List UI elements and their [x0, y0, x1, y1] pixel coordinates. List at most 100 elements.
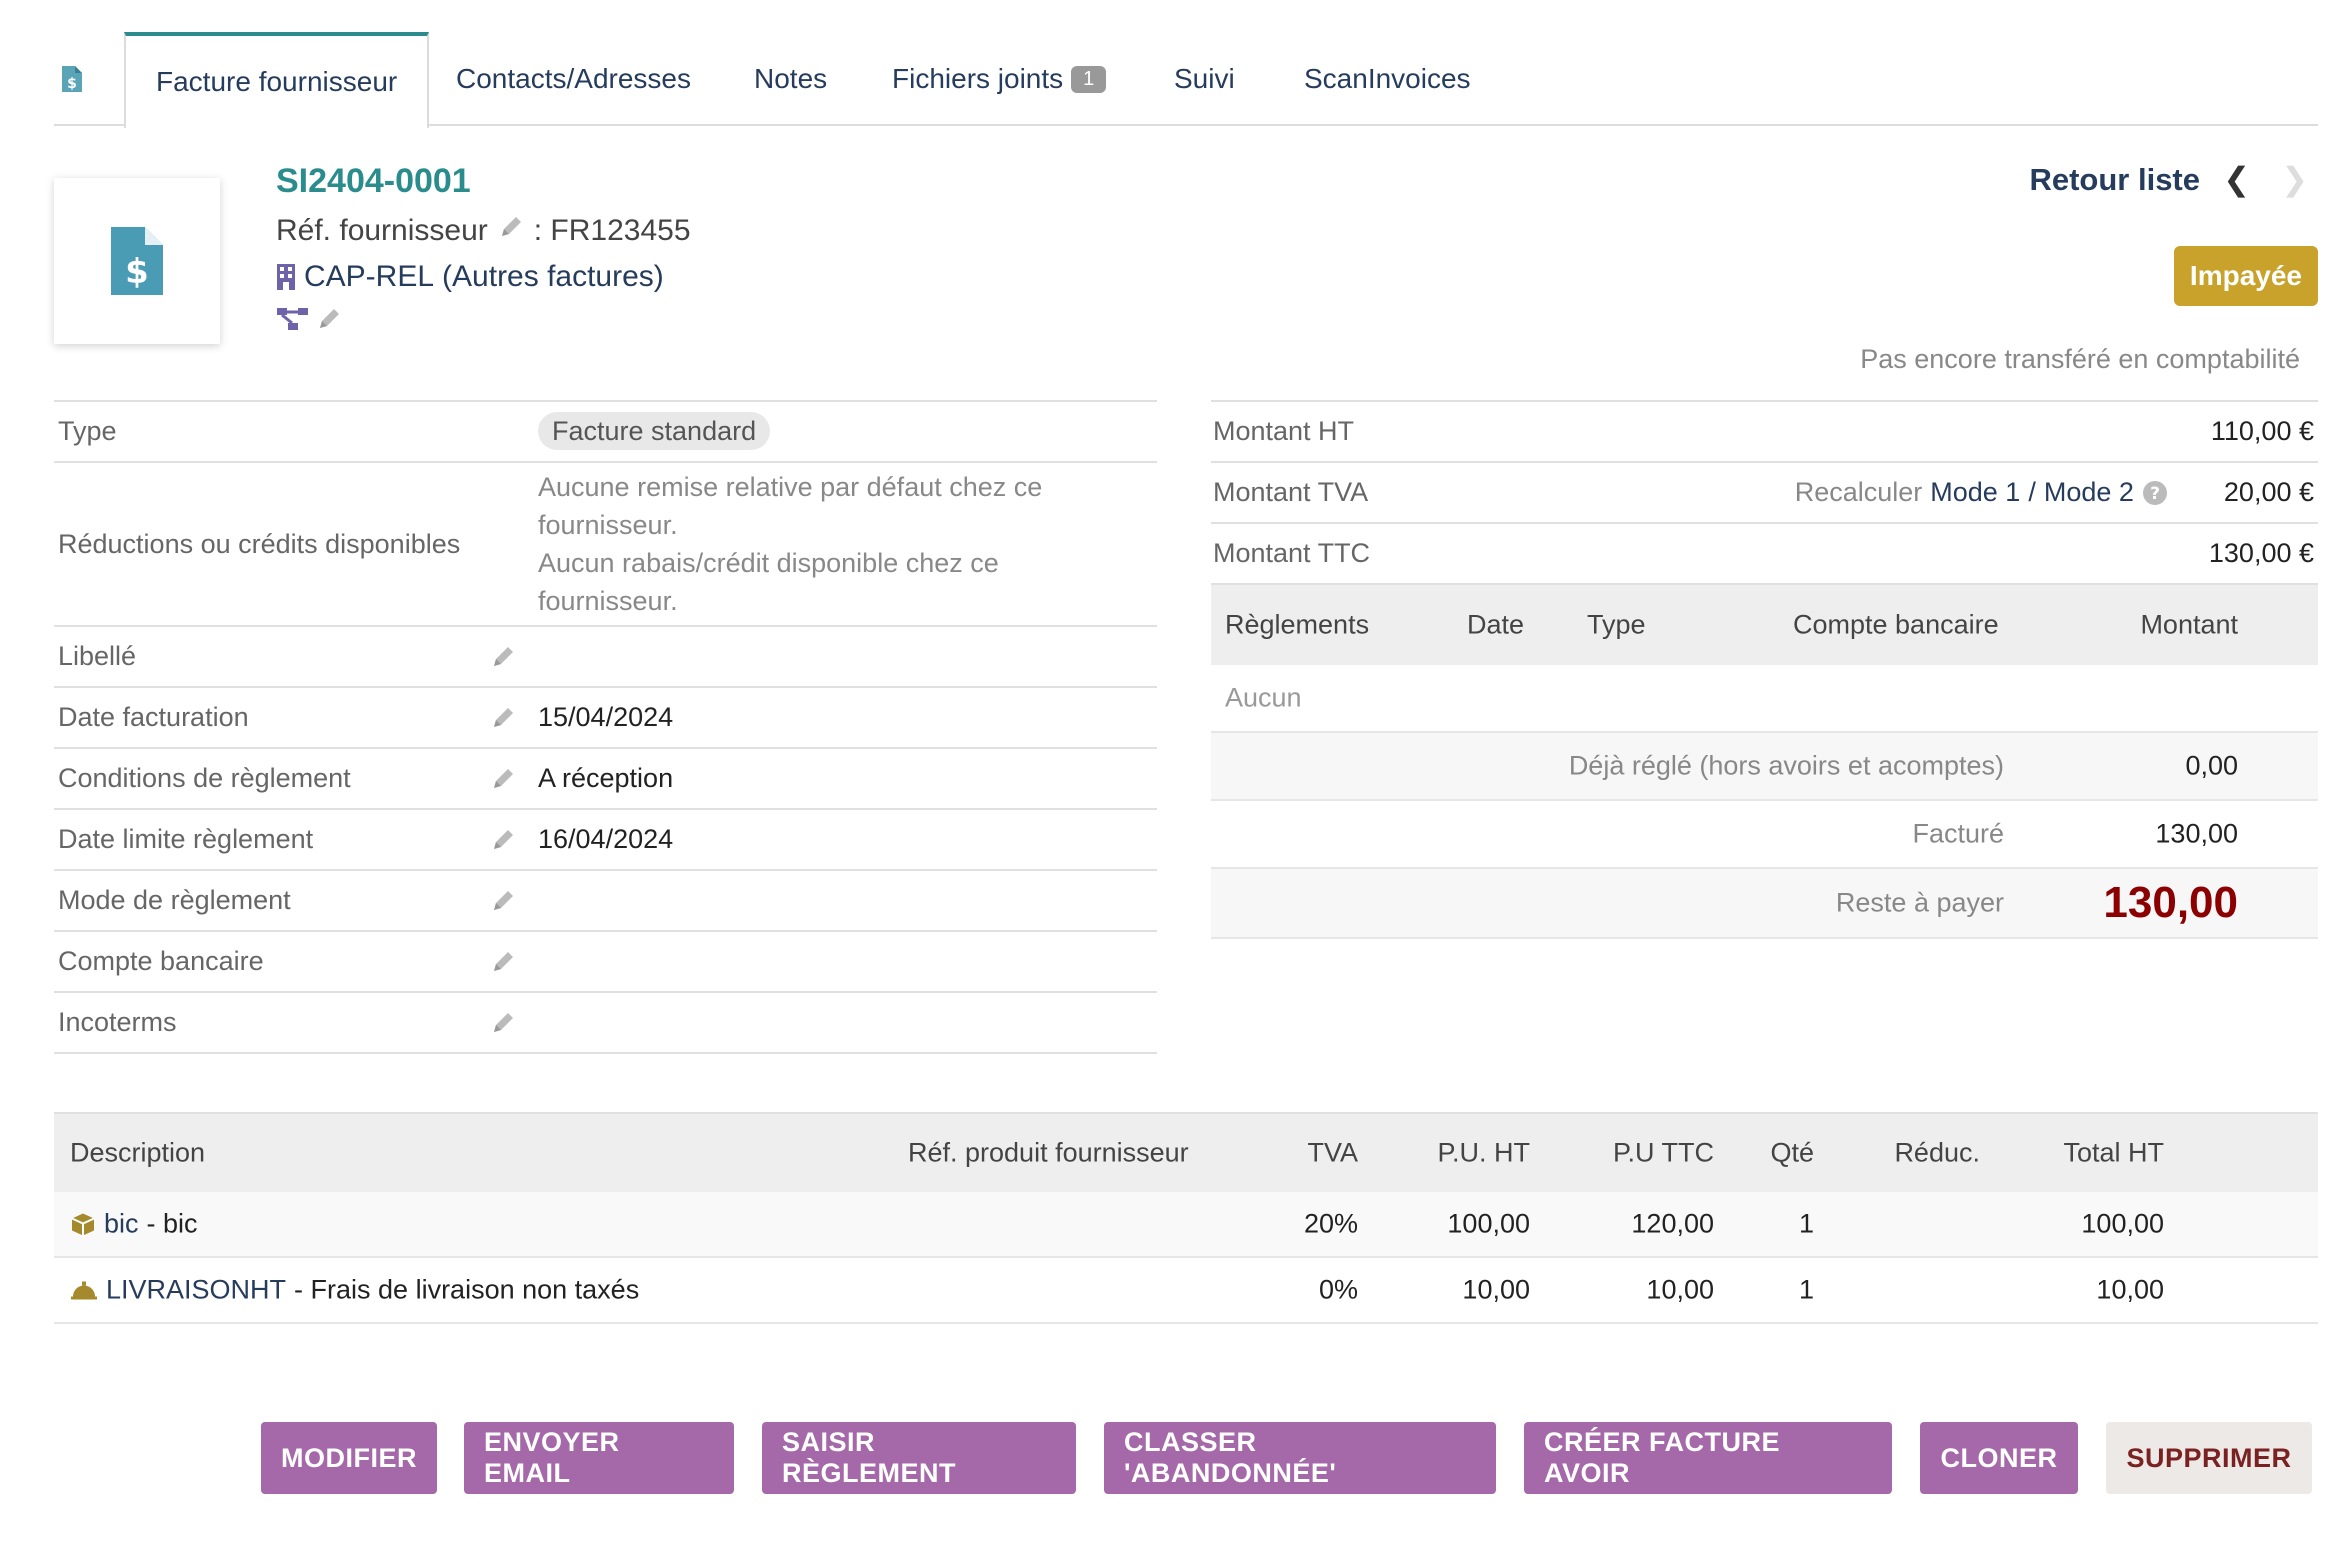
invoice-logo: $: [54, 178, 220, 344]
svg-text:?: ?: [2150, 484, 2160, 504]
tab-label: ScanInvoices: [1304, 63, 1471, 94]
attachment-count-badge: 1: [1071, 65, 1107, 93]
field-label: Date limite règlement: [58, 824, 314, 854]
amount-ttc-value: 130,00 €: [2208, 538, 2314, 568]
col-pu-ttc: P.U TTC: [1612, 1137, 1714, 1168]
amount-label: Montant TTC: [1213, 538, 1371, 568]
edit-pencil-icon[interactable]: [490, 705, 538, 731]
col-tva: TVA: [1307, 1137, 1358, 1168]
product-label: - bic: [146, 1208, 198, 1239]
amount-tva-value: 20,00 €: [2223, 477, 2314, 507]
remaining-value: 130,00: [2103, 878, 2238, 927]
field-label: Incoterms: [58, 1007, 177, 1037]
col-payments: Règlements: [1225, 609, 1370, 640]
product-link[interactable]: LIVRAISONHT: [106, 1275, 286, 1306]
line-total: 10,00: [2096, 1274, 2164, 1305]
delete-button[interactable]: SUPPRIMER: [2106, 1422, 2312, 1494]
invoice-type-badge: Facture standard: [538, 412, 771, 450]
field-row-bank: Compte bancaire: [54, 932, 1157, 993]
payments-none-row: Aucun: [1211, 665, 2318, 733]
field-row-type: Type Facture standard: [54, 402, 1157, 463]
col-type: Type: [1587, 609, 1646, 640]
amount-ht-value: 110,00 €: [2210, 416, 2314, 446]
field-row-discounts: Réductions ou crédits disponibles Aucune…: [54, 463, 1157, 627]
paid-value: 0,00: [2185, 750, 2238, 781]
edit-pencil-icon[interactable]: [490, 766, 538, 792]
field-label: Date facturation: [58, 702, 249, 732]
tab-label: Contacts/Adresses: [456, 63, 691, 94]
field-label: Mode de règlement: [58, 885, 291, 915]
clone-button[interactable]: CLONER: [1920, 1422, 2078, 1494]
edit-pencil-icon[interactable]: [498, 214, 524, 248]
mode-separator: /: [2028, 477, 2036, 507]
paid-label: Déjà réglé (hors avoirs et acomptes): [1568, 750, 2004, 781]
tab-supplier-invoice[interactable]: Facture fournisseur: [124, 32, 430, 128]
col-bank: Compte bancaire: [1793, 609, 1999, 640]
next-record-icon: ❯: [2281, 161, 2308, 197]
invoice-icon: $: [62, 66, 82, 92]
col-supplier-ref: Réf. produit fournisseur: [908, 1137, 1189, 1168]
edit-pencil-icon[interactable]: [490, 644, 538, 670]
remaining-row: Reste à payer 130,00: [1211, 869, 2318, 939]
due-date-value: 16/04/2024: [538, 824, 674, 854]
supplier-ref: Réf. fournisseur : FR123455: [276, 214, 691, 248]
invoice-lines-table: Description Réf. produit fournisseur TVA…: [54, 1112, 2318, 1324]
line-tva: 20%: [1303, 1208, 1358, 1239]
field-row-due: Date limite règlement 16/04/2024: [54, 810, 1157, 871]
create-credit-note-button[interactable]: CRÉER FACTURE AVOIR: [1524, 1422, 1892, 1494]
field-row-mode: Mode de règlement: [54, 871, 1157, 932]
recalc-group: Recalculer Mode 1 / Mode 2 ?: [1795, 477, 2168, 508]
supplier-ref-label: Réf. fournisseur: [276, 214, 488, 247]
send-email-button[interactable]: ENVOYER EMAIL: [464, 1422, 734, 1494]
invoice-large-icon: $: [111, 227, 163, 295]
tab-label: Notes: [754, 63, 828, 94]
field-row-conditions: Conditions de règlement A réception: [54, 749, 1157, 810]
tab-follow-up[interactable]: Suivi: [1174, 32, 1235, 126]
line-total: 100,00: [2081, 1208, 2164, 1239]
line-pu-ht: 10,00: [1462, 1274, 1530, 1305]
field-label: Conditions de règlement: [58, 763, 351, 793]
lines-header: Description Réf. produit fournisseur TVA…: [54, 1112, 2318, 1192]
line-tva: 0%: [1318, 1274, 1358, 1305]
tab-bar: $ Facture fournisseur Contacts/Adresses …: [54, 32, 2318, 128]
previous-record-icon[interactable]: ❮: [2223, 160, 2250, 198]
accounting-status: Pas encore transféré en comptabilité: [1860, 344, 2300, 374]
mode1-link[interactable]: Mode 1: [1930, 477, 2020, 508]
field-row-label: Libellé: [54, 627, 1157, 688]
col-qty: Qté: [1770, 1137, 1814, 1168]
svg-text:$: $: [125, 252, 149, 292]
amount-label: Montant TVA: [1213, 477, 1369, 507]
help-icon[interactable]: ?: [2142, 480, 2168, 506]
line-pu-ttc: 10,00: [1646, 1274, 1714, 1305]
project-tree-icon[interactable]: [276, 306, 310, 332]
tab-notes[interactable]: Notes: [754, 32, 827, 126]
field-label: Libellé: [58, 641, 137, 671]
tab-contacts[interactable]: Contacts/Adresses: [456, 32, 691, 126]
back-to-list-link[interactable]: Retour liste: [2029, 162, 2200, 198]
field-row-date: Date facturation 15/04/2024: [54, 688, 1157, 749]
edit-pencil-icon[interactable]: [316, 306, 342, 332]
line-description: bic - bic: [70, 1209, 198, 1240]
col-amount: Montant: [2140, 609, 2238, 640]
modify-button[interactable]: MODIFIER: [261, 1422, 437, 1494]
tab-invoice-icon[interactable]: $: [60, 32, 84, 126]
edit-pencil-icon[interactable]: [490, 949, 538, 975]
service-bell-icon: [71, 1281, 97, 1299]
enter-payment-button[interactable]: SAISIR RÈGLEMENT: [762, 1422, 1076, 1494]
edit-pencil-icon[interactable]: [490, 827, 538, 853]
edit-pencil-icon[interactable]: [490, 888, 538, 914]
field-label: Réductions ou crédits disponibles: [58, 528, 461, 559]
classify-abandoned-button[interactable]: CLASSER 'ABANDONNÉE': [1104, 1422, 1496, 1494]
line-description: LIVRAISONHT - Frais de livraison non tax…: [70, 1275, 639, 1306]
tab-label: Suivi: [1174, 63, 1235, 94]
col-discount: Réduc.: [1894, 1137, 1980, 1168]
product-link[interactable]: bic: [104, 1209, 139, 1240]
edit-pencil-icon[interactable]: [490, 1010, 538, 1036]
tab-attachments[interactable]: Fichiers joints 1: [892, 32, 1107, 126]
company-name[interactable]: CAP-REL: [304, 260, 434, 294]
tab-scaninvoices[interactable]: ScanInvoices: [1304, 32, 1471, 126]
invoice-fields: Type Facture standard Réductions ou créd…: [54, 400, 1157, 1054]
company-link[interactable]: CAP-REL (Autres factures): [276, 260, 664, 294]
amount-row-tva: Montant TVA Recalculer Mode 1 / Mode 2 ?…: [1211, 463, 2318, 524]
mode2-link[interactable]: Mode 2: [2044, 477, 2134, 508]
